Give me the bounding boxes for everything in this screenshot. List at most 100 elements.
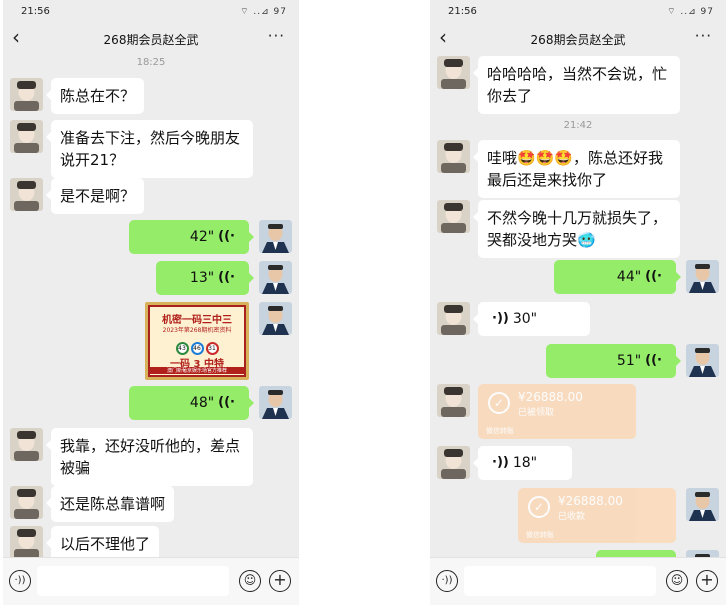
voice-wave-icon: ((· (645, 269, 662, 284)
message-bubble[interactable]: 陈总在不？ (45, 78, 145, 114)
contact-avatar[interactable] (10, 178, 43, 211)
more-icon[interactable]: ··· (268, 27, 285, 45)
contact-avatar[interactable] (10, 428, 43, 461)
poster-headline: 机密一码三中三 (162, 315, 232, 326)
poster-footer: 澳门新葡京娱乐场官方推荐 (150, 367, 244, 374)
message-row: 哇哦🤩🤩🤩，陈总还好我最后还是来找你了 (430, 140, 726, 198)
my-avatar[interactable] (259, 220, 292, 253)
message-input[interactable] (464, 566, 656, 596)
voice-message[interactable]: ·)) 18" (473, 446, 572, 480)
voice-message[interactable] (596, 550, 676, 557)
transfer-amount: ¥26888.00 (558, 494, 623, 508)
status-icons: ⌔ ..⊿ 97 (240, 7, 287, 17)
message-bubble[interactable]: 哈哈哈哈，当然不会说，忙你去了 (473, 56, 680, 114)
status-icons: ⌔ ..⊿ 97 (667, 7, 714, 17)
voice-duration: 51" (616, 353, 642, 369)
message-bubble[interactable]: 我靠，还好没听他的，差点被骗 (46, 428, 253, 486)
check-icon: ✓ (528, 496, 550, 518)
check-icon: ✓ (488, 392, 510, 414)
message-row: 44" ((· (430, 260, 726, 296)
transfer-message[interactable]: ✓ ¥26888.00 已收款 微信转账 (518, 488, 676, 543)
voice-duration: 48" (189, 395, 215, 411)
my-avatar[interactable] (259, 386, 292, 419)
contact-avatar[interactable] (10, 486, 43, 519)
contact-avatar[interactable] (437, 140, 470, 173)
message-bubble[interactable]: 哇哦🤩🤩🤩，陈总还好我最后还是来找你了 (473, 140, 680, 198)
poster-ball: 43 (175, 342, 189, 355)
plus-icon[interactable]: + (696, 570, 718, 592)
message-row: 以后不理他了 (3, 526, 299, 557)
voice-message[interactable]: 48" ((· (129, 386, 254, 420)
message-row: 还是陈总靠谱啊 (3, 486, 299, 522)
contact-avatar[interactable] (437, 200, 470, 233)
my-avatar[interactable] (259, 302, 292, 335)
contact-avatar[interactable] (437, 384, 470, 417)
voice-input-icon[interactable]: ·)) (9, 570, 31, 592)
plus-icon[interactable]: + (269, 570, 291, 592)
message-bubble[interactable]: 还是陈总靠谱啊 (45, 486, 175, 522)
emoji-icon[interactable]: ☺ (239, 570, 261, 592)
voice-duration: 18" (512, 455, 538, 471)
voice-duration: 44" (616, 269, 642, 285)
input-bar: ·)) ☺ + (430, 557, 726, 605)
status-time: 21:56 (21, 6, 50, 17)
my-avatar[interactable] (259, 261, 292, 294)
voice-wave-icon: ((· (218, 395, 235, 410)
voice-message[interactable]: 13" ((· (156, 261, 254, 295)
my-avatar[interactable] (686, 344, 719, 377)
voice-duration: 42" (189, 229, 215, 245)
message-bubble[interactable]: 准备去下注，然后今晚朋友说开21？ (46, 120, 253, 178)
my-avatar[interactable] (686, 550, 719, 557)
more-icon[interactable]: ··· (695, 27, 712, 45)
image-message[interactable]: 机密一码三中三 2023年第268期机密资料 43 46 31 一码 3 中特 澳门… (145, 302, 249, 380)
message-list[interactable]: 哈哈哈哈，当然不会说，忙你去了 21:42 哇哦🤩🤩🤩，陈总还好我最后还是来找你… (430, 54, 726, 557)
chat-header: ‹ 268期会员赵全武 ··· (430, 24, 726, 54)
my-avatar[interactable] (686, 488, 719, 521)
timestamp: 18:25 (136, 57, 166, 68)
contact-avatar[interactable] (10, 78, 43, 111)
voice-wave-icon: ·)) (492, 455, 509, 470)
contact-avatar[interactable] (437, 56, 470, 89)
transfer-message[interactable]: ✓ ¥26888.00 已被领取 微信转账 (478, 384, 636, 439)
contact-avatar[interactable] (10, 526, 43, 557)
message-row: 陈总在不？ (3, 78, 299, 114)
voice-duration: 13" (189, 270, 215, 286)
voice-input-icon[interactable]: ·)) (436, 570, 458, 592)
voice-message[interactable]: ·)) 30" (473, 302, 590, 336)
contact-avatar[interactable] (437, 446, 470, 479)
message-row: 准备去下注，然后今晚朋友说开21？ (3, 120, 299, 178)
message-row: ✓ ¥26888.00 已收款 微信转账 (430, 488, 726, 544)
chat-screen-left: 21:56 ⌔ ..⊿ 97 ‹ 268期会员赵全武 ··· 18:25 陈总在… (3, 0, 299, 605)
message-row (430, 550, 726, 557)
message-row: ·)) 18" (430, 446, 726, 482)
chat-title: 268期会员赵全武 (103, 33, 199, 47)
contact-avatar[interactable] (10, 120, 43, 153)
chat-title: 268期会员赵全武 (530, 33, 626, 47)
message-row: 我靠，还好没听他的，差点被骗 (3, 428, 299, 486)
voice-wave-icon: ((· (645, 353, 662, 368)
voice-wave-icon: ((· (218, 229, 235, 244)
transfer-status: 已被领取 (518, 408, 555, 418)
message-row: 不然今晚十几万就损失了，哭都没地方哭🥶 (430, 200, 726, 258)
voice-message[interactable]: 44" ((· (554, 260, 681, 294)
voice-wave-icon: ·)) (492, 311, 509, 326)
my-avatar[interactable] (686, 260, 719, 293)
voice-duration: 30" (512, 311, 538, 327)
voice-message[interactable]: 51" ((· (546, 344, 681, 378)
chat-header: ‹ 268期会员赵全武 ··· (3, 24, 299, 54)
voice-wave-icon: ((· (218, 270, 235, 285)
message-list[interactable]: 18:25 陈总在不？ 准备去下注，然后今晚朋友说开21？ 是不是啊？ 42"(… (3, 54, 299, 557)
message-bubble[interactable]: 以后不理他了 (45, 526, 160, 557)
status-time: 21:56 (448, 6, 477, 17)
message-row: 48" ((· (3, 386, 299, 422)
contact-avatar[interactable] (437, 302, 470, 335)
voice-message[interactable]: 42" ((· (129, 220, 254, 254)
message-row: 42" ((· (3, 220, 299, 256)
message-row: 哈哈哈哈，当然不会说，忙你去了 (430, 56, 726, 114)
emoji-icon[interactable]: ☺ (666, 570, 688, 592)
message-bubble[interactable]: 是不是啊？ (45, 178, 145, 214)
message-row: 是不是啊？ (3, 178, 299, 214)
timestamp: 21:42 (563, 120, 593, 131)
message-bubble[interactable]: 不然今晚十几万就损失了，哭都没地方哭🥶 (473, 200, 680, 258)
message-input[interactable] (37, 566, 229, 596)
